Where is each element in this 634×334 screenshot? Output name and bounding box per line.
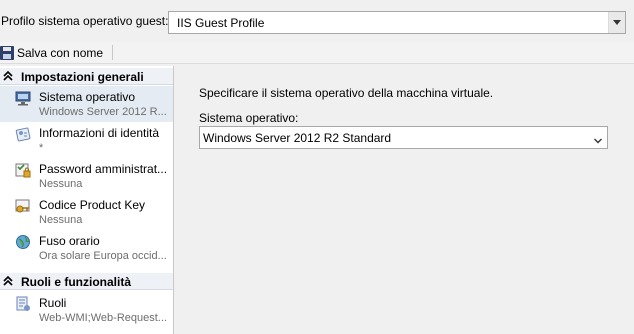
id-card-icon (15, 126, 31, 142)
main-panel: Specificare il sistema operativo della m… (182, 66, 634, 334)
sidebar-item-subtitle: Windows Server 2012 R... (39, 106, 167, 118)
section-header-label: Ruoli e funzionalità (21, 275, 131, 289)
collapse-chevron-icon[interactable] (3, 275, 13, 290)
sidebar-item-subtitle: Nessuna (39, 178, 83, 190)
os-dropdown[interactable]: Windows Server 2012 R2 Standard (199, 126, 608, 149)
sidebar-item-title: Sistema operativo (39, 90, 136, 104)
instruction-text: Specificare il sistema operativo della m… (199, 86, 494, 100)
globe-icon (15, 234, 31, 250)
sidebar-item-title: Password amministrat... (39, 162, 168, 176)
sidebar-item-subtitle: * (39, 142, 44, 154)
password-icon (15, 162, 31, 178)
toolbar-separator (112, 45, 113, 60)
profile-dropdown-value: IIS Guest Profile (177, 16, 265, 30)
profile-label: Profilo sistema operativo guest: (1, 14, 169, 28)
os-label: Sistema operativo: (199, 111, 299, 125)
sidebar-item-identity[interactable]: Informazioni di identità * (0, 122, 173, 158)
section-header-label: Impostazioni generali (21, 70, 144, 84)
floppy-disk-icon (0, 46, 14, 60)
section-header-roles[interactable]: Ruoli e funzionalità (0, 273, 173, 290)
profile-dropdown[interactable]: IIS Guest Profile (168, 11, 626, 34)
sidebar-item-roles[interactable]: Ruoli Web-WMI;Web-Request... (0, 292, 173, 328)
section-header-general[interactable]: Impostazioni generali (0, 68, 173, 85)
sidebar-item-subtitle: Web-WMI;Web-Request... (39, 312, 167, 324)
toolbar: Salva con nome (0, 42, 634, 64)
collapse-chevron-icon[interactable] (3, 70, 13, 85)
sidebar-item-title: Ruoli (39, 296, 67, 310)
computer-icon (15, 90, 31, 106)
profile-row: Profilo sistema operativo guest: IIS Gue… (0, 0, 634, 42)
os-dropdown-value: Windows Server 2012 R2 Standard (203, 131, 392, 145)
save-as-label: Salva con nome (17, 46, 104, 60)
sidebar-item-title: Codice Product Key (39, 198, 146, 212)
chevron-down-icon[interactable] (594, 134, 602, 144)
pane-splitter[interactable] (174, 66, 182, 334)
sidebar-item-subtitle: Nessuna (39, 214, 83, 226)
chevron-down-icon[interactable] (608, 12, 625, 33)
sidebar-item-admin-password[interactable]: Password amministrat... Nessuna (0, 158, 173, 194)
save-as-button[interactable]: Salva con nome (0, 44, 103, 62)
sidebar-item-subtitle: Ora solare Europa occid... (39, 250, 167, 262)
product-key-icon (15, 198, 31, 214)
sidebar-item-product-key[interactable]: Codice Product Key Nessuna (0, 194, 173, 230)
roles-icon (15, 296, 31, 312)
sidebar-item-title: Fuso orario (39, 234, 100, 248)
sidebar: Impostazioni generali Sistema operativo … (0, 66, 174, 334)
sidebar-item-time-zone[interactable]: Fuso orario Ora solare Europa occid... (0, 230, 173, 266)
sidebar-item-title: Informazioni di identità (39, 126, 160, 140)
sidebar-item-operating-system[interactable]: Sistema operativo Windows Server 2012 R.… (0, 86, 173, 122)
